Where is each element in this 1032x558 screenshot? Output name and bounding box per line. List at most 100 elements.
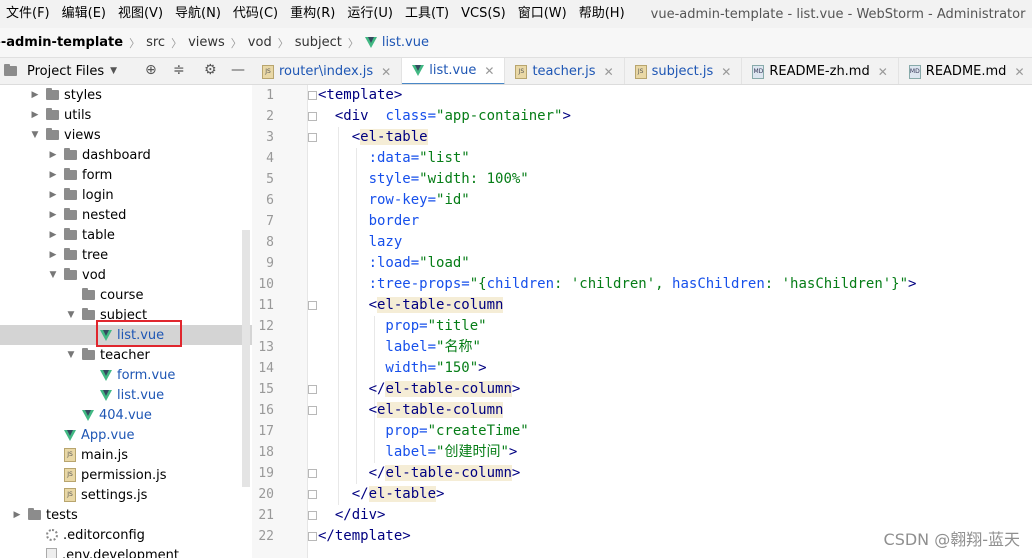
watermark: CSDN @翱翔-蓝天 xyxy=(883,530,1020,549)
tree-folder[interactable]: course xyxy=(0,285,252,305)
tree-folder[interactable]: ▶ utils xyxy=(0,105,252,125)
breadcrumb-item[interactable]: views xyxy=(186,35,227,50)
chevron-down-icon[interactable]: ▼ xyxy=(30,130,40,140)
tree-file[interactable]: JS settings.js xyxy=(0,485,252,505)
js-file-icon: JS xyxy=(515,64,528,79)
collapse-all-icon[interactable]: ≑ xyxy=(173,62,185,78)
tree-scrollbar[interactable] xyxy=(242,230,250,487)
tree-folder[interactable]: ▶ tests xyxy=(0,505,252,525)
close-icon[interactable]: ✕ xyxy=(604,65,614,79)
breadcrumb-item[interactable]: vod xyxy=(246,35,274,50)
code-token: el-table-column xyxy=(377,402,504,418)
code-token: label= xyxy=(318,444,437,460)
editor-tab[interactable]: list.vue ✕ xyxy=(402,58,506,84)
fold-marker-icon[interactable] xyxy=(308,532,317,541)
breadcrumb-item[interactable]: subject xyxy=(293,35,344,50)
chevron-right-icon[interactable]: ▶ xyxy=(12,510,22,520)
project-panel-title[interactable]: Project Files xyxy=(27,64,104,79)
tree-file[interactable]: .editorconfig xyxy=(0,525,252,545)
code-token: </ xyxy=(318,465,386,481)
menu-item[interactable]: 帮助(H) xyxy=(573,0,631,28)
tree-file[interactable]: JS permission.js xyxy=(0,465,252,485)
fold-marker-icon[interactable] xyxy=(308,91,317,100)
chevron-right-icon[interactable]: ▶ xyxy=(48,170,58,180)
chevron-down-icon[interactable]: ▼ xyxy=(110,66,117,76)
close-icon[interactable]: ✕ xyxy=(1014,65,1024,79)
chevron-right-icon[interactable]: ▶ xyxy=(48,250,58,260)
code-editor[interactable]: <template> <div class="app-container"> <… xyxy=(318,85,1032,558)
tree-file[interactable]: list.vue xyxy=(0,385,252,405)
tree-folder[interactable]: ▶ dashboard xyxy=(0,145,252,165)
menu-item[interactable]: 视图(V) xyxy=(112,0,169,28)
fold-marker-icon[interactable] xyxy=(308,406,317,415)
line-number: 17 xyxy=(258,424,274,439)
minimize-icon[interactable]: — xyxy=(231,62,245,78)
editor-tab[interactable]: MD README-zh.md ✕ xyxy=(742,58,899,84)
tree-file[interactable]: .env.development xyxy=(0,545,252,558)
locate-icon[interactable]: ⊕ xyxy=(145,62,157,78)
chevron-right-icon[interactable]: ▶ xyxy=(48,230,58,240)
tree-folder[interactable]: ▶ login xyxy=(0,185,252,205)
menu-item[interactable]: 重构(R) xyxy=(284,0,341,28)
chevron-down-icon[interactable]: ▼ xyxy=(48,270,58,280)
tree-folder[interactable]: ▼ teacher xyxy=(0,345,252,365)
chevron-right-icon[interactable]: ▶ xyxy=(30,90,40,100)
chevron-right-icon[interactable]: ▶ xyxy=(48,190,58,200)
breadcrumb-item[interactable]: e-admin-template xyxy=(0,35,125,50)
menu-item[interactable]: 文件(F) xyxy=(0,0,56,28)
menu-item[interactable]: 代码(C) xyxy=(227,0,284,28)
tree-folder[interactable]: ▶ table xyxy=(0,225,252,245)
tree-folder[interactable]: ▼ views xyxy=(0,125,252,145)
menu-item[interactable]: 导航(N) xyxy=(169,0,227,28)
breadcrumb-label: views xyxy=(188,35,225,50)
tree-file[interactable]: App.vue xyxy=(0,425,252,445)
tree-file[interactable]: JS main.js xyxy=(0,445,252,465)
fold-marker-icon[interactable] xyxy=(308,469,317,478)
close-icon[interactable]: ✕ xyxy=(878,65,888,79)
code-token: class= xyxy=(377,108,437,124)
tree-file[interactable]: 404.vue xyxy=(0,405,252,425)
code-token: border xyxy=(318,213,420,229)
line-number: 20 xyxy=(258,487,274,502)
close-icon[interactable]: ✕ xyxy=(721,65,731,79)
editor-tab[interactable]: JS subject.js ✕ xyxy=(625,58,743,84)
fold-marker-icon[interactable] xyxy=(308,133,317,142)
fold-marker-icon[interactable] xyxy=(308,112,317,121)
gear-icon[interactable]: ⚙ xyxy=(204,62,217,78)
chevron-right-icon[interactable]: ▶ xyxy=(48,150,58,160)
tree-item-label: views xyxy=(64,127,101,143)
chevron-down-icon[interactable]: ▼ xyxy=(66,350,76,360)
editor-tab[interactable]: JS router\index.js ✕ xyxy=(252,58,403,84)
tree-folder[interactable]: ▶ tree xyxy=(0,245,252,265)
selection-highlight-box xyxy=(96,320,182,347)
fold-marker-icon[interactable] xyxy=(308,301,317,310)
tree-folder[interactable]: ▶ form xyxy=(0,165,252,185)
editor-tab[interactable]: JS teacher.js ✕ xyxy=(505,58,625,84)
tree-folder[interactable]: ▶ nested xyxy=(0,205,252,225)
editor-tab[interactable]: MD README.md ✕ xyxy=(899,58,1032,84)
fold-marker-icon[interactable] xyxy=(308,511,317,520)
chevron-right-icon[interactable]: ▶ xyxy=(30,110,40,120)
chevron-down-icon[interactable]: ▼ xyxy=(66,310,76,320)
menu-item[interactable]: 运行(U) xyxy=(341,0,399,28)
tree-folder[interactable]: ▼ vod xyxy=(0,265,252,285)
tree-file[interactable]: form.vue xyxy=(0,365,252,385)
code-token: : 'hasChildren'}" xyxy=(764,276,909,292)
chevron-right-icon[interactable]: ▶ xyxy=(48,210,58,220)
code-token: > xyxy=(478,360,487,376)
tree-folder[interactable]: ▶ styles xyxy=(0,85,252,105)
fold-marker-icon[interactable] xyxy=(308,385,317,394)
fold-marker-icon[interactable] xyxy=(308,490,317,499)
code-line: </div> xyxy=(318,505,386,526)
editor-tabs: JS router\index.js ✕ list.vue ✕ JS teacher.js ✕… xyxy=(252,58,1032,85)
breadcrumb-item[interactable]: src xyxy=(144,35,167,50)
menu-item[interactable]: 编辑(E) xyxy=(56,0,112,28)
breadcrumb-item[interactable]: list.vue xyxy=(363,35,431,50)
menu-item[interactable]: 工具(T) xyxy=(399,0,455,28)
close-icon[interactable]: ✕ xyxy=(381,65,391,79)
line-number: 12 xyxy=(258,319,274,334)
close-icon[interactable]: ✕ xyxy=(484,64,494,78)
menu-item[interactable]: VCS(S) xyxy=(455,0,512,28)
menu-item[interactable]: 窗口(W) xyxy=(512,0,573,28)
file-icon xyxy=(46,548,57,558)
